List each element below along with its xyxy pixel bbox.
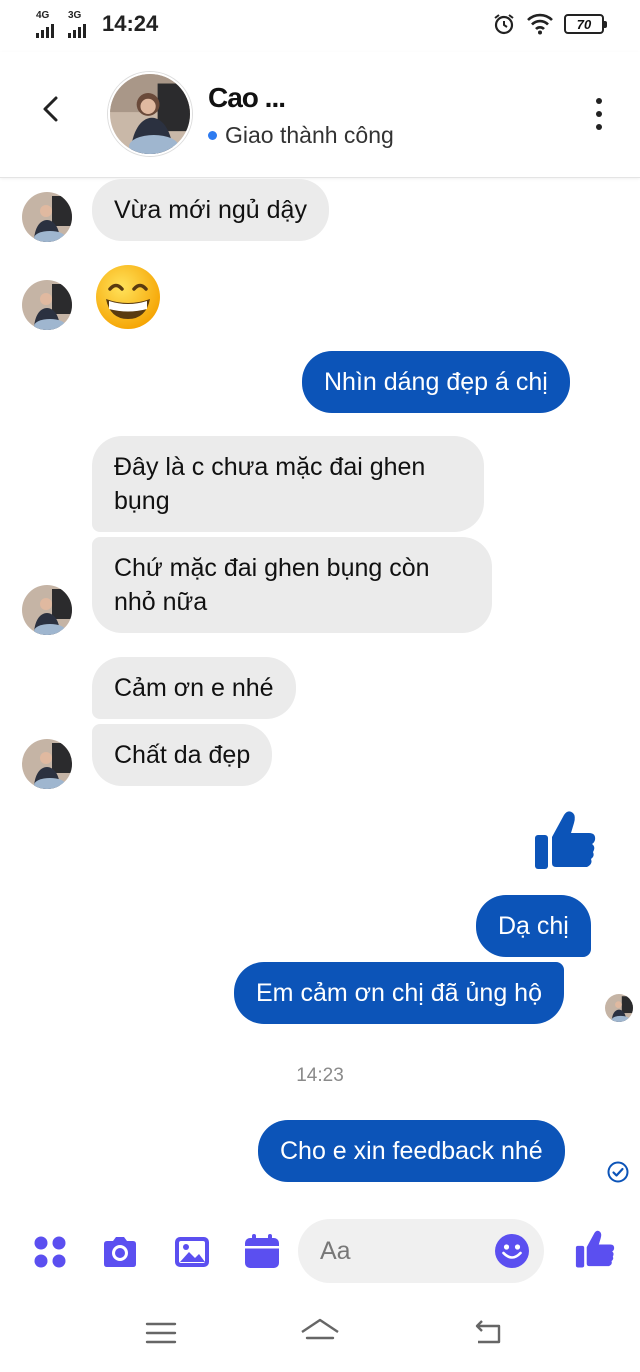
sim2-network-label: 3G: [68, 10, 82, 21]
delivery-status-text: Giao thành công: [225, 122, 394, 148]
contact-name: Cao ...: [208, 82, 286, 113]
message-input[interactable]: [320, 1231, 480, 1271]
apps-icon[interactable]: [30, 1232, 70, 1272]
emoji-icon[interactable]: [494, 1233, 530, 1269]
message-bubble-incoming[interactable]: Đây là c chưa mặc đai ghen bụng: [92, 436, 484, 532]
message-list: Vừa mới ngủ dậy Nhìn dáng đẹp á chị Đây …: [0, 179, 640, 1199]
more-options-icon[interactable]: [588, 98, 610, 130]
seen-avatar: [605, 994, 633, 1022]
sim1-network-label: 4G: [36, 10, 50, 21]
back-arrow-icon[interactable]: [36, 94, 66, 124]
sender-avatar[interactable]: [22, 280, 72, 330]
online-dot-icon: [208, 131, 217, 140]
contact-avatar[interactable]: [108, 72, 192, 156]
message-bubble-incoming[interactable]: Chứ mặc đai ghen bụng còn nhỏ nữa: [92, 537, 492, 633]
conversation-header: Cao ... Giao thành công: [0, 52, 640, 178]
sender-avatar[interactable]: [22, 739, 72, 789]
sim1-signal-icon: 4G: [36, 10, 54, 38]
message-bubble-incoming[interactable]: Chất da đẹp: [92, 724, 273, 786]
message-input-container: [298, 1219, 544, 1283]
delivery-status: Giao thành công: [208, 122, 394, 149]
wifi-icon: [527, 13, 553, 35]
message-bubble-incoming[interactable]: Vừa mới ngủ dậy: [92, 179, 329, 241]
message-bubble-outgoing[interactable]: Nhìn dáng đẹp á chị: [302, 351, 570, 413]
status-bar: 4G 3G 14:24 70: [0, 0, 640, 52]
gallery-icon[interactable]: [172, 1232, 212, 1272]
back-nav-icon[interactable]: [472, 1316, 506, 1350]
message-bubble-outgoing[interactable]: Em cảm ơn chị đã ủng hộ: [234, 962, 564, 1024]
like-button-icon[interactable]: [574, 1228, 616, 1270]
system-nav-bar: [0, 1296, 640, 1372]
grinning-emoji-icon[interactable]: [94, 263, 162, 331]
sim2-signal-icon: 3G: [68, 10, 86, 38]
message-bubble-outgoing[interactable]: Cho e xin feedback nhé: [258, 1120, 565, 1182]
message-bubble-outgoing[interactable]: Dạ chị: [476, 895, 591, 957]
calendar-icon[interactable]: [242, 1232, 282, 1272]
menu-icon[interactable]: [144, 1316, 178, 1350]
status-time: 14:24: [102, 11, 159, 36]
message-bubble-incoming[interactable]: Cảm ơn e nhé: [92, 657, 296, 719]
delivered-check-icon: [607, 1161, 629, 1183]
thumbs-up-icon[interactable]: [532, 807, 598, 873]
battery-level: 70: [576, 16, 592, 32]
alarm-icon: [494, 14, 514, 35]
camera-icon[interactable]: [100, 1232, 140, 1272]
battery-indicator: 70: [564, 14, 607, 34]
home-icon[interactable]: [298, 1316, 342, 1350]
message-composer: [0, 1212, 640, 1292]
sender-avatar[interactable]: [22, 192, 72, 242]
sender-avatar[interactable]: [22, 585, 72, 635]
message-timestamp: 14:23: [296, 1065, 344, 1086]
